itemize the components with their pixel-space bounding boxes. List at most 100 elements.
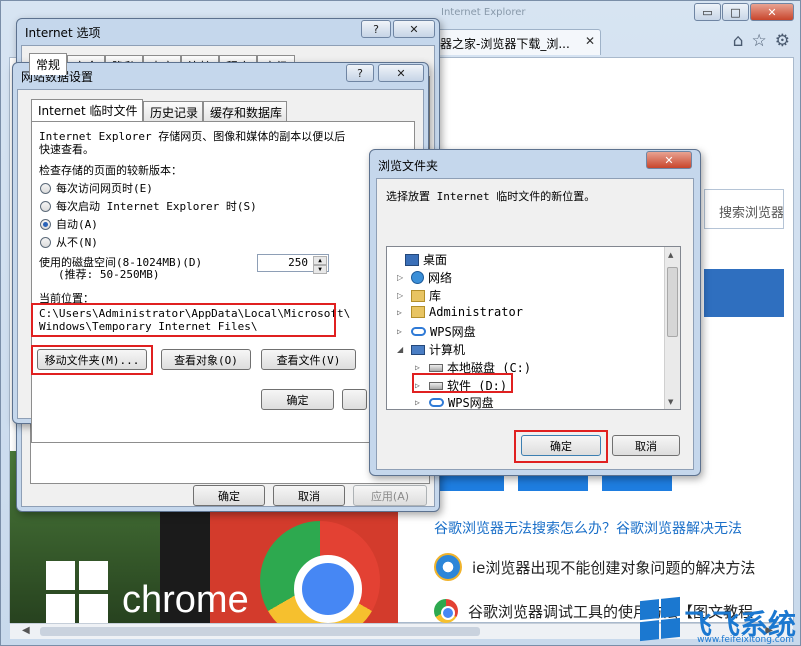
close-button[interactable]: ✕ bbox=[646, 151, 692, 169]
drive-icon bbox=[429, 363, 443, 372]
minimize-button[interactable]: ▭ bbox=[694, 3, 721, 21]
radio-every-visit[interactable]: 每次访问网页时(E) bbox=[40, 180, 153, 196]
chrome-icon bbox=[434, 599, 458, 623]
star-icon[interactable]: ☆ bbox=[752, 31, 767, 51]
check-versions-label: 检查存储的页面的较新版本： bbox=[39, 164, 182, 177]
tree-item[interactable]: ▷ WPS网盘 bbox=[397, 323, 476, 340]
tree-expander[interactable]: ▷ bbox=[397, 308, 407, 317]
cloud-icon bbox=[429, 398, 444, 407]
scroll-up-icon[interactable]: ▲ bbox=[668, 251, 673, 259]
tree-expander[interactable]: ▷ bbox=[397, 327, 407, 336]
banner-text: chrome bbox=[122, 579, 249, 621]
nav-bar bbox=[704, 269, 784, 317]
radio-label: 从不(N) bbox=[56, 236, 98, 249]
home-icon[interactable]: ⌂ bbox=[733, 31, 744, 51]
radio-every-start[interactable]: 每次启动 Internet Explorer 时(S) bbox=[40, 198, 257, 214]
tree-item-label: 桌面 bbox=[423, 253, 448, 267]
cancel-button[interactable]: 取消 bbox=[612, 435, 680, 456]
tree-expander[interactable]: ◢ bbox=[397, 345, 407, 354]
cancel-button[interactable]: 取消 bbox=[273, 485, 345, 506]
browse-prompt: 选择放置 Internet 临时文件的新位置。 bbox=[386, 190, 596, 203]
cloud-icon bbox=[411, 327, 426, 336]
tree-item-label: 库 bbox=[429, 289, 442, 303]
ok-button[interactable]: 确定 bbox=[261, 389, 334, 410]
list-item-text: ie浏览器出现不能创建对象问题的解决方法 bbox=[472, 558, 756, 577]
tree-item[interactable]: ◢ 计算机 bbox=[397, 341, 465, 358]
highlight-box bbox=[412, 373, 513, 393]
radio-dot bbox=[40, 182, 51, 194]
view-files-button[interactable]: 查看文件(V) bbox=[261, 349, 356, 370]
tree-item[interactable]: ▷ WPS网盘 bbox=[415, 394, 494, 410]
browser-tab[interactable]: 览器之家-浏览器下载_浏... ✕ bbox=[421, 29, 601, 55]
gear-icon[interactable]: ⚙ bbox=[775, 31, 790, 51]
article-link[interactable]: 谷歌浏览器无法搜索怎么办？谷歌浏览器解决无法 bbox=[434, 518, 742, 538]
tree-expander[interactable]: ▷ bbox=[415, 398, 425, 407]
disk-space-hint: (推荐: 50-250MB) bbox=[58, 268, 160, 281]
tree-item[interactable]: ▷ 库 bbox=[397, 287, 441, 304]
tree-expander[interactable]: ▷ bbox=[397, 291, 407, 300]
radio-dot bbox=[40, 236, 51, 248]
tree-item[interactable]: 桌面 bbox=[391, 251, 447, 268]
close-button[interactable]: ✕ bbox=[393, 20, 435, 38]
help-button[interactable]: ? bbox=[346, 64, 374, 82]
stepper-arrows[interactable]: ▲ ▼ bbox=[313, 256, 327, 274]
tab-history[interactable]: 历史记录 bbox=[143, 101, 203, 121]
site-logo-url: www.feifeixitong.com bbox=[697, 635, 794, 645]
ie-icon bbox=[434, 553, 462, 581]
tab-general[interactable]: 常规 bbox=[29, 53, 67, 75]
vertical-scrollbar[interactable]: ▲ ▼ bbox=[664, 247, 680, 409]
view-objects-button[interactable]: 查看对象(O) bbox=[161, 349, 251, 370]
scroll-down-icon[interactable]: ▼ bbox=[668, 398, 673, 406]
desktop-icon bbox=[405, 253, 419, 266]
ok-button[interactable]: 确定 bbox=[193, 485, 265, 506]
tree-item-label: 网络 bbox=[428, 271, 453, 285]
highlight-box bbox=[31, 303, 336, 337]
list-item[interactable]: ie浏览器出现不能创建对象问题的解决方法 bbox=[434, 553, 755, 581]
maximize-button[interactable]: □ bbox=[722, 3, 749, 21]
user-folder-icon bbox=[411, 306, 425, 318]
site-logo: 飞飞系统 www.feifeixitong.com bbox=[639, 596, 796, 645]
radio-dot bbox=[40, 200, 51, 212]
radio-label: 每次启动 Internet Explorer 时(S) bbox=[56, 200, 257, 213]
tree-expander[interactable]: ▷ bbox=[397, 273, 407, 282]
radio-dot-selected bbox=[40, 218, 51, 230]
apply-button[interactable]: 应用(A) bbox=[353, 485, 427, 506]
tree-item-label: Administrator bbox=[429, 305, 523, 319]
tab-temporary-files[interactable]: Internet 临时文件 bbox=[31, 99, 143, 121]
disk-space-stepper[interactable]: 250 ▲ ▼ bbox=[257, 254, 329, 274]
dialog-title: 浏览文件夹 bbox=[378, 159, 439, 173]
windows-logo-icon bbox=[639, 596, 680, 642]
browser-tab-title: 览器之家-浏览器下载_浏... bbox=[428, 37, 570, 51]
network-icon bbox=[411, 271, 424, 284]
scroll-left-icon[interactable]: ◀ bbox=[22, 625, 30, 636]
browser-window-controls: ▭ □ ✕ bbox=[694, 3, 794, 21]
search-input[interactable]: 搜索浏览器 bbox=[704, 189, 784, 229]
radio-label: 自动(A) bbox=[56, 218, 98, 231]
browse-folder-dialog: 浏览文件夹 ✕ 选择放置 Internet 临时文件的新位置。 桌面 ▷ 网络 … bbox=[369, 149, 701, 476]
close-button[interactable]: ✕ bbox=[378, 64, 424, 82]
stepper-down-icon[interactable]: ▼ bbox=[313, 265, 327, 274]
description-line-2: 快速查看。 bbox=[39, 143, 94, 156]
radio-never[interactable]: 从不(N) bbox=[40, 234, 98, 250]
cancel-button-partial[interactable] bbox=[342, 389, 367, 410]
tree-item-label: WPS网盘 bbox=[448, 396, 494, 410]
stepper-up-icon[interactable]: ▲ bbox=[313, 256, 327, 265]
scrollbar-thumb[interactable] bbox=[40, 627, 480, 636]
tree-item-label: WPS网盘 bbox=[430, 325, 476, 339]
watermark-text: Internet Explorer bbox=[441, 7, 526, 18]
radio-automatic[interactable]: 自动(A) bbox=[40, 216, 98, 232]
windows-logo-icon bbox=[46, 561, 108, 623]
computer-icon bbox=[411, 344, 425, 355]
tree-item[interactable]: ▷ 网络 bbox=[397, 269, 452, 286]
tab-close-icon[interactable]: ✕ bbox=[585, 34, 595, 48]
tree-expander[interactable]: ▷ bbox=[415, 363, 425, 372]
radio-label: 每次访问网页时(E) bbox=[56, 182, 153, 195]
folder-icon bbox=[411, 289, 425, 302]
close-button[interactable]: ✕ bbox=[750, 3, 794, 21]
browser-toolbar-icons: ⌂ ☆ ⚙ bbox=[733, 31, 790, 51]
scrollbar-thumb[interactable] bbox=[667, 267, 678, 337]
tab-caches-databases[interactable]: 缓存和数据库 bbox=[203, 101, 287, 121]
disk-space-value: 250 bbox=[288, 256, 308, 269]
help-button[interactable]: ? bbox=[361, 20, 391, 38]
tree-item[interactable]: ▷ Administrator bbox=[397, 305, 523, 319]
